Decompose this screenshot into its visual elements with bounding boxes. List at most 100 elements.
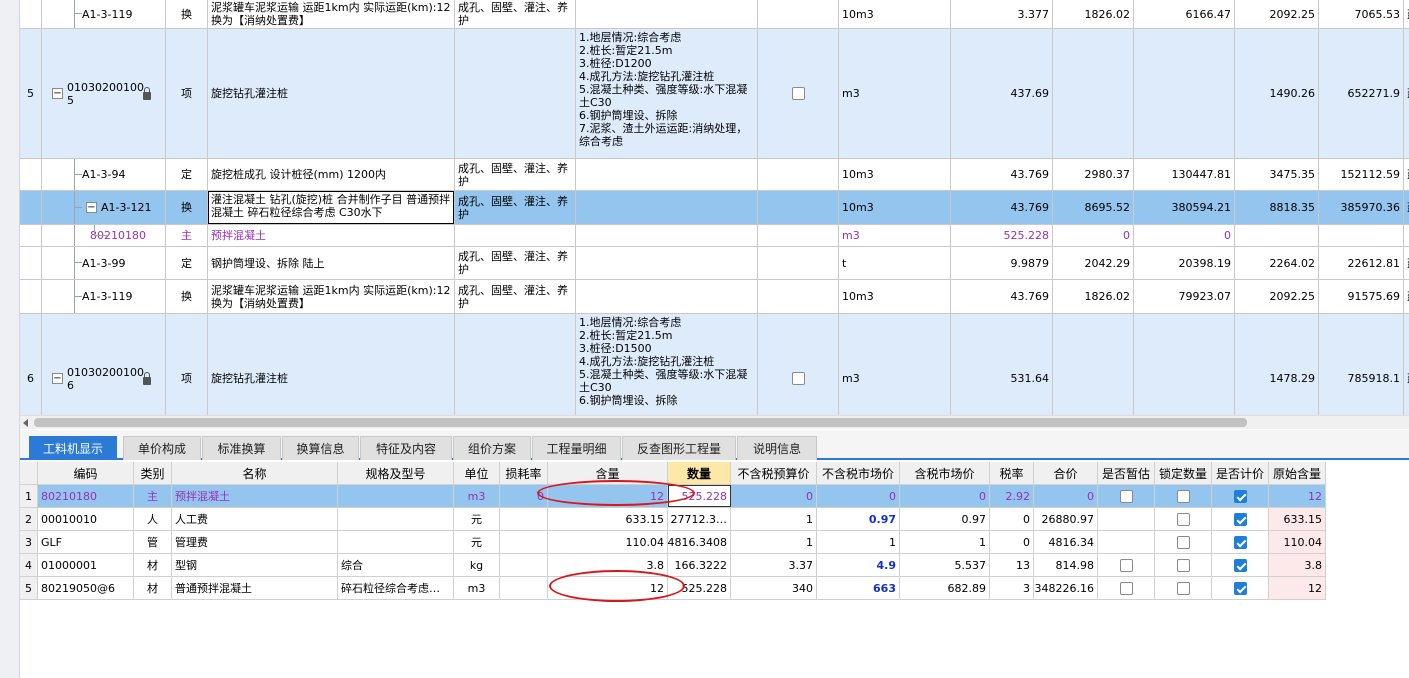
column-header[interactable]: 税率	[990, 462, 1034, 484]
cell-spec[interactable]	[455, 314, 576, 415]
bill-item-row[interactable]: 6 −01030200100 6 项 旋挖钻孔灌注桩 1.地层情况:综合考虑 2.桩长:…	[20, 314, 1409, 415]
cell-unit-price[interactable]: 2092.25	[1235, 0, 1319, 28]
cell-lock[interactable]	[1155, 485, 1212, 507]
checkbox[interactable]	[1119, 489, 1133, 503]
cell-sum[interactable]: 152112.59	[1319, 159, 1404, 190]
cell-pre-market[interactable]: 663	[817, 577, 900, 599]
cell-loss[interactable]	[500, 554, 548, 576]
tab-2[interactable]: 标准换算	[202, 436, 281, 460]
cell-tmp[interactable]	[1098, 508, 1155, 530]
cell-spec[interactable]: 碎石粒径综合考虑…	[338, 577, 454, 599]
cell-price[interactable]: 8695.52	[1053, 191, 1134, 224]
checkbox[interactable]	[1233, 535, 1247, 549]
quota-row[interactable]: A1-3-94 定 旋挖桩成孔 设计桩径(mm) 1200内 成孔、固壁、灌注、养护 1…	[20, 159, 1409, 191]
checkbox[interactable]	[1176, 581, 1190, 595]
cell-qty[interactable]: 4816.3408	[668, 531, 731, 553]
cell-unit[interactable]: 元	[454, 508, 500, 530]
cell-total[interactable]: 130447.81	[1134, 159, 1235, 190]
cell-qty[interactable]: 525.228	[668, 577, 731, 599]
cell-code[interactable]: − A1-3-121	[42, 191, 166, 224]
cell-feature[interactable]	[576, 159, 758, 190]
cell-tmp[interactable]	[1098, 531, 1155, 553]
cell-chk[interactable]	[758, 159, 839, 190]
cell-tax-market[interactable]: 0.97	[900, 508, 990, 530]
cell-name[interactable]: 型钢	[172, 554, 338, 576]
scroll-left-icon[interactable]	[23, 419, 28, 427]
cell-feature[interactable]	[576, 191, 758, 224]
resource-row[interactable]: 1 80210180 主 预拌混凝土 m3 0 12 525.228 0 0 0 2.92 0 12	[20, 485, 1326, 508]
tab-1[interactable]: 单价构成	[123, 436, 201, 460]
cell-priced[interactable]	[1212, 577, 1269, 599]
cell-name[interactable]: 预拌混凝土	[208, 225, 455, 246]
column-header[interactable]: 合价	[1034, 462, 1098, 484]
cell-spec[interactable]	[338, 485, 454, 507]
cell-code[interactable]: GLF	[38, 531, 134, 553]
cell-spec[interactable]	[455, 225, 576, 246]
checkbox[interactable]	[1233, 558, 1247, 572]
column-header[interactable]: 是否计价	[1212, 462, 1269, 484]
column-header[interactable]: 单位	[454, 462, 500, 484]
cell-lock[interactable]	[1155, 577, 1212, 599]
cell-price[interactable]: 0	[1053, 225, 1134, 246]
column-header[interactable]: 不含税预算价	[731, 462, 817, 484]
cell-num[interactable]	[20, 159, 42, 190]
cell-tmp[interactable]	[1098, 577, 1155, 599]
cell-extra[interactable]: 建筑	[1404, 29, 1409, 158]
cell-cat[interactable]: 主	[134, 485, 172, 507]
cell-lock[interactable]	[1155, 508, 1212, 530]
cell-pre-budget[interactable]: 1	[731, 531, 817, 553]
column-header[interactable]: 类别	[134, 462, 172, 484]
checkbox[interactable]	[1119, 581, 1133, 595]
cell-total[interactable]: 814.98	[1034, 554, 1098, 576]
cell-code[interactable]: 00010010	[38, 508, 134, 530]
cell-cat[interactable]: 材	[134, 554, 172, 576]
cell-total[interactable]: 4816.34	[1034, 531, 1098, 553]
cell-qty[interactable]: 525.228	[668, 485, 731, 507]
cell-orig[interactable]: 12	[1269, 485, 1326, 507]
cell-name[interactable]: 泥浆罐车泥浆运输 运距1km内 实际运距(km):12 换为【消纳处置费】	[208, 280, 455, 313]
cell-loss[interactable]	[500, 531, 548, 553]
cell-unit-price[interactable]: 3475.35	[1235, 159, 1319, 190]
cell-content[interactable]: 633.15	[548, 508, 668, 530]
cell-type[interactable]: 换	[166, 280, 208, 313]
cell-unit[interactable]: m3	[839, 314, 951, 415]
cell-unit[interactable]: m3	[454, 485, 500, 507]
cell-tax-market[interactable]: 0	[900, 485, 990, 507]
cell-chk[interactable]	[758, 314, 839, 415]
cell-num[interactable]: 5	[20, 29, 42, 158]
checkbox[interactable]	[1176, 558, 1190, 572]
cell-pre-market[interactable]: 1	[817, 531, 900, 553]
tab-4[interactable]: 特征及内容	[360, 436, 452, 460]
cell-pre-budget[interactable]: 340	[731, 577, 817, 599]
cell-loss[interactable]	[500, 508, 548, 530]
cell-name[interactable]: 人工费	[172, 508, 338, 530]
cell-rate[interactable]: 0	[990, 531, 1034, 553]
cell-num[interactable]: 2	[20, 508, 38, 530]
column-header[interactable]: 原始含量	[1269, 462, 1326, 484]
cell-spec[interactable]: 综合	[338, 554, 454, 576]
tab-5[interactable]: 组价方案	[453, 436, 531, 460]
cell-price[interactable]: 2042.29	[1053, 247, 1134, 279]
cell-tmp[interactable]	[1098, 485, 1155, 507]
cell-total[interactable]: 0	[1134, 225, 1235, 246]
checkbox[interactable]	[1233, 581, 1247, 595]
tab-3[interactable]: 换算信息	[282, 436, 359, 460]
cell-code[interactable]: 80210180	[38, 485, 134, 507]
cell-unit[interactable]: 10m3	[839, 0, 951, 28]
cell-pre-market[interactable]: 0.97	[817, 508, 900, 530]
cell-num[interactable]	[20, 225, 42, 246]
quota-row[interactable]: 80210180 主 预拌混凝土 m3 525.228 0 0	[20, 225, 1409, 247]
column-header[interactable]: 含量	[548, 462, 668, 484]
resource-row[interactable]: 5 80219050@6 材 普通预拌混凝土 碎石粒径综合考虑… m3 12 525.228 3…	[20, 577, 1326, 600]
cell-chk[interactable]	[758, 247, 839, 279]
cell-code[interactable]: A1-3-99	[42, 247, 166, 279]
cell-orig[interactable]: 3.8	[1269, 554, 1326, 576]
quota-row[interactable]: A1-3-119 换 泥浆罐车泥浆运输 运距1km内 实际运距(km):12 换为【…	[20, 0, 1409, 29]
cell-type[interactable]: 换	[166, 191, 208, 224]
cell-extra[interactable]: 建筑	[1404, 280, 1409, 313]
cell-num[interactable]	[20, 0, 42, 28]
cell-content[interactable]: 110.04	[548, 531, 668, 553]
cell-loss[interactable]: 0	[500, 485, 548, 507]
cell-sum[interactable]: 652271.9	[1319, 29, 1404, 158]
tab-8[interactable]: 说明信息	[737, 436, 817, 460]
